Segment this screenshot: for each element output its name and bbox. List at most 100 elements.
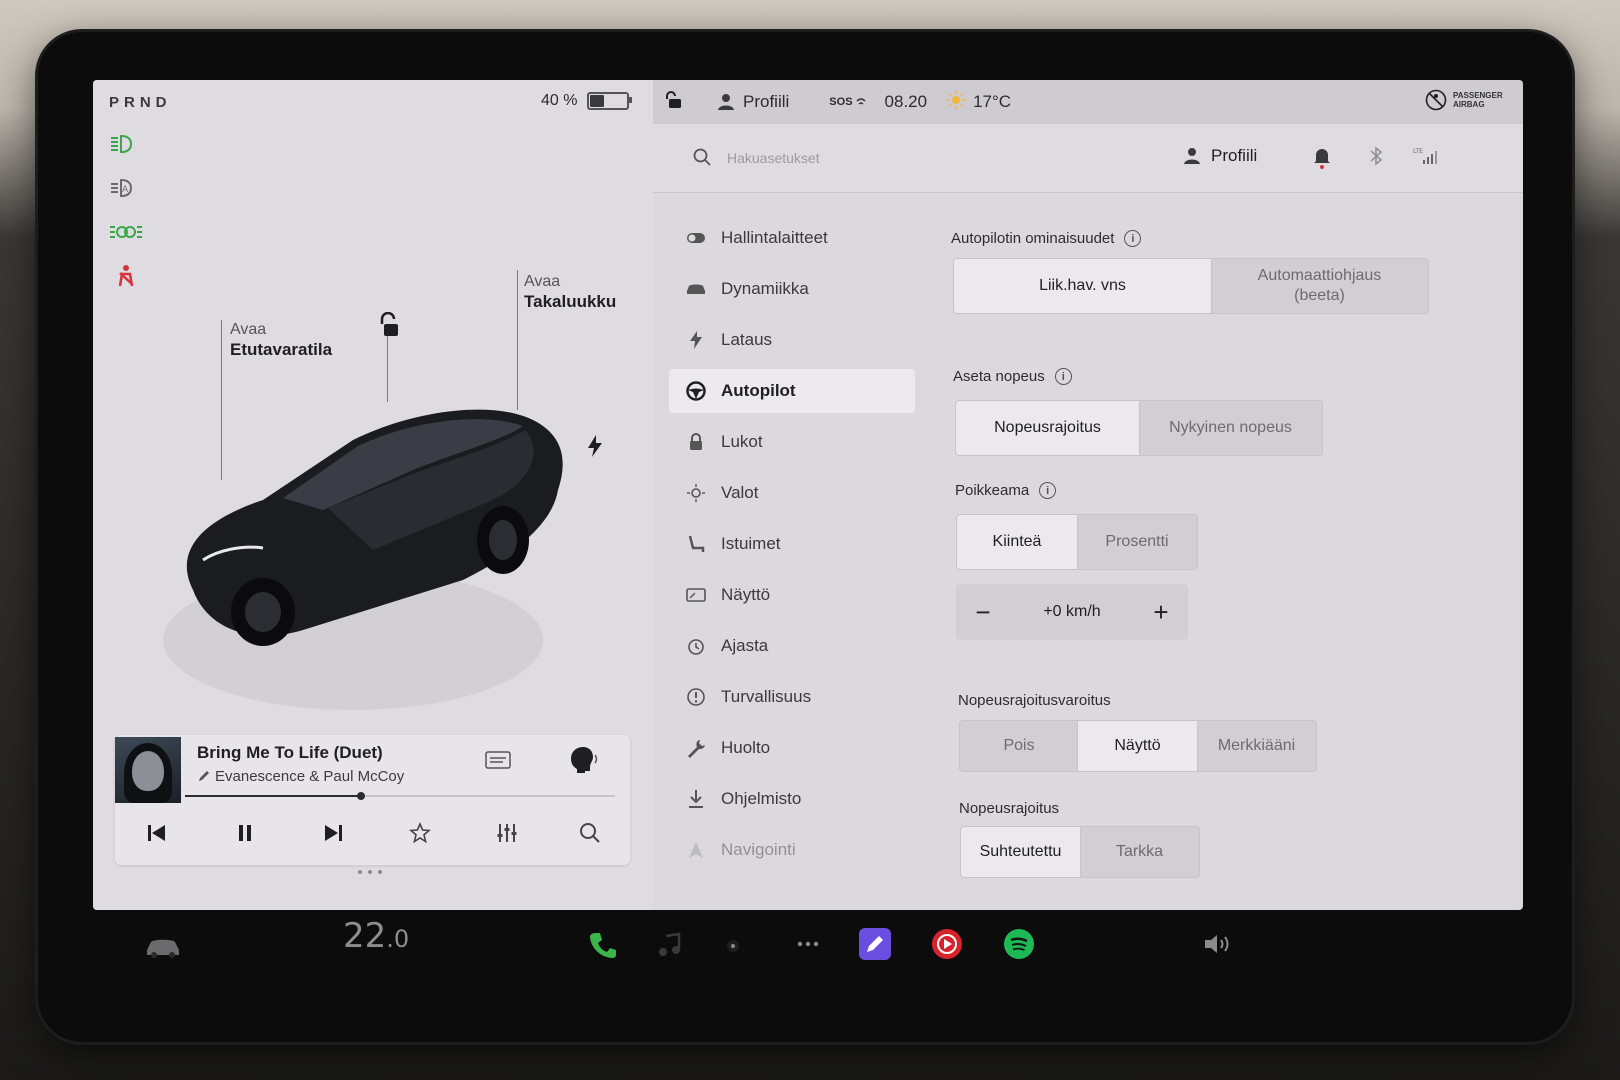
bluetooth-icon[interactable] xyxy=(1369,146,1383,171)
menu-item-label: Ohjelmisto xyxy=(721,789,802,808)
menu-item-label: Turvallisuus xyxy=(721,687,812,706)
speed-limit-option[interactable]: Nopeusrajoitus xyxy=(956,401,1139,455)
toybox-app-icon[interactable] xyxy=(859,928,891,960)
menu-item-turvallisuus[interactable]: Turvallisuus xyxy=(669,675,915,719)
fixed-option[interactable]: Kiinteä xyxy=(957,515,1077,569)
menu-item-label: Dynamiikka xyxy=(721,279,809,298)
clock: 08.20 xyxy=(884,92,928,111)
menu-item-näyttö[interactable]: Näyttö xyxy=(669,573,915,617)
tacc-option[interactable]: Liik.hav. vns xyxy=(954,259,1211,313)
favorite-star-icon[interactable] xyxy=(400,817,440,849)
navigation-icon xyxy=(683,841,709,859)
set-speed-selector: Nopeusrajoitus Nykyinen nopeus xyxy=(955,400,1323,456)
airbag-label: PASSENGER AIRBAG xyxy=(1453,91,1503,109)
increase-offset-button[interactable]: + xyxy=(1146,597,1176,628)
sos-button[interactable]: SOS xyxy=(829,95,866,109)
unlock-icon[interactable] xyxy=(376,311,402,345)
car-panel: PRND 40 % A Avaa Etutavaratila Avaa Taka… xyxy=(93,80,653,910)
menu-item-navigointi[interactable]: Navigointi xyxy=(669,828,915,872)
search-icon[interactable] xyxy=(693,148,711,171)
info-icon[interactable]: i xyxy=(1039,482,1057,499)
info-icon[interactable]: i xyxy=(1124,230,1142,247)
menu-item-hallintalaitteet[interactable]: Hallintalaitteet xyxy=(669,216,915,260)
warning-display-option[interactable]: Näyttö xyxy=(1078,721,1197,771)
speed-limit-title: Nopeusrajoitus xyxy=(959,800,1060,817)
trunk-label: Takaluukku xyxy=(524,292,617,311)
menu-item-huolto[interactable]: Huolto xyxy=(669,726,915,770)
menu-item-ohjelmisto[interactable]: Ohjelmisto xyxy=(669,777,915,821)
car-icon[interactable] xyxy=(143,936,183,958)
battery-level-fill xyxy=(590,95,605,107)
menu-item-autopilot[interactable]: Autopilot xyxy=(669,369,915,413)
cabin-temperature[interactable]: 22.0 xyxy=(343,916,409,956)
pause-button[interactable] xyxy=(225,817,265,849)
wrench-icon xyxy=(683,738,709,758)
menu-item-dynamiikka[interactable]: Dynamiikka xyxy=(669,267,915,311)
pen-icon xyxy=(197,769,211,788)
header-profile-button[interactable]: Profiili xyxy=(1183,146,1257,166)
menu-item-ajasta[interactable]: Ajasta xyxy=(669,624,915,668)
auto-headlights-icon[interactable]: A xyxy=(109,176,143,200)
album-art[interactable] xyxy=(115,737,181,803)
media-search-icon[interactable] xyxy=(570,817,610,849)
bolt-icon xyxy=(683,331,709,349)
camera-icon[interactable] xyxy=(725,938,741,954)
offset-value: +0 km/h xyxy=(1043,603,1101,620)
current-speed-option[interactable]: Nykyinen nopeus xyxy=(1139,401,1322,455)
menu-item-lukot[interactable]: Lukot xyxy=(669,420,915,464)
menu-item-valot[interactable]: Valot xyxy=(669,471,915,515)
search-input[interactable]: Hakuasetukset xyxy=(727,150,820,166)
playback-progress[interactable] xyxy=(185,792,615,800)
menu-item-istuimet[interactable]: Istuimet xyxy=(669,522,915,566)
autosteer-option[interactable]: Automaattiohjaus (beeta) xyxy=(1211,259,1428,313)
alert-icon xyxy=(683,687,709,707)
lyrics-icon[interactable] xyxy=(485,751,511,774)
absolute-option[interactable]: Tarkka xyxy=(1080,827,1199,877)
youtube-music-icon[interactable] xyxy=(931,928,963,960)
next-track-button[interactable] xyxy=(313,817,353,849)
menu-item-label: Näyttö xyxy=(721,585,771,604)
download-icon xyxy=(683,789,709,809)
parking-lights-icon[interactable] xyxy=(109,220,143,244)
menu-item-label: Lukot xyxy=(721,432,763,451)
profile-icon xyxy=(1184,148,1200,164)
passenger-airbag-status: PASSENGER AIRBAG xyxy=(1425,89,1509,111)
charge-port-icon[interactable] xyxy=(588,435,602,462)
media-player: Bring Me To Life (Duet) Evanescence & Pa… xyxy=(115,735,630,865)
speed-warning-selector: Pois Näyttö Merkkiääni xyxy=(959,720,1317,772)
previous-track-button[interactable] xyxy=(137,817,177,849)
relative-option[interactable]: Suhteutettu xyxy=(961,827,1080,877)
profile-button[interactable]: Profiili xyxy=(717,92,789,112)
music-icon[interactable] xyxy=(657,932,683,958)
warning-off-option[interactable]: Pois xyxy=(960,721,1078,771)
equalizer-icon[interactable] xyxy=(487,817,527,849)
info-icon[interactable]: i xyxy=(1054,368,1072,385)
volume-icon[interactable] xyxy=(1203,932,1233,956)
phone-icon[interactable] xyxy=(588,930,618,960)
percentage-option[interactable]: Prosentti xyxy=(1077,515,1197,569)
svg-text:LTE: LTE xyxy=(1413,148,1423,155)
decrease-offset-button[interactable]: − xyxy=(968,597,998,628)
sun-icon xyxy=(683,484,709,502)
outside-temperature: 17°C xyxy=(973,92,1012,111)
profile-icon xyxy=(718,94,734,110)
battery-percent: 40 % xyxy=(541,92,578,109)
sos-label: SOS xyxy=(829,96,853,108)
spotify-icon[interactable] xyxy=(1003,928,1035,960)
more-apps-icon[interactable] xyxy=(796,940,820,948)
menu-item-lataus[interactable]: Lataus xyxy=(669,318,915,362)
autopilot-features-heading: Autopilotin ominaisuudet i xyxy=(951,230,1142,247)
headlights-icon[interactable] xyxy=(109,132,143,156)
notification-bell-icon[interactable] xyxy=(1313,146,1331,175)
lock-icon xyxy=(683,433,709,451)
open-frunk-button[interactable]: Avaa Etutavaratila xyxy=(230,320,332,361)
touchscreen: PRND 40 % A Avaa Etutavaratila Avaa Taka… xyxy=(93,80,1523,910)
speed-warning-heading: Nopeusrajoitusvaroitus xyxy=(958,692,1111,709)
menu-item-label: Navigointi xyxy=(721,840,796,859)
warning-chime-option[interactable]: Merkkiääni xyxy=(1197,721,1316,771)
voice-command-icon[interactable] xyxy=(565,745,599,780)
unlocked-icon[interactable] xyxy=(663,90,683,115)
autopilot-settings: Autopilotin ominaisuudet i Liik.hav. vns… xyxy=(923,192,1523,910)
song-title: Bring Me To Life (Duet) xyxy=(197,743,383,762)
open-trunk-button[interactable]: Avaa Takaluukku xyxy=(524,272,616,313)
